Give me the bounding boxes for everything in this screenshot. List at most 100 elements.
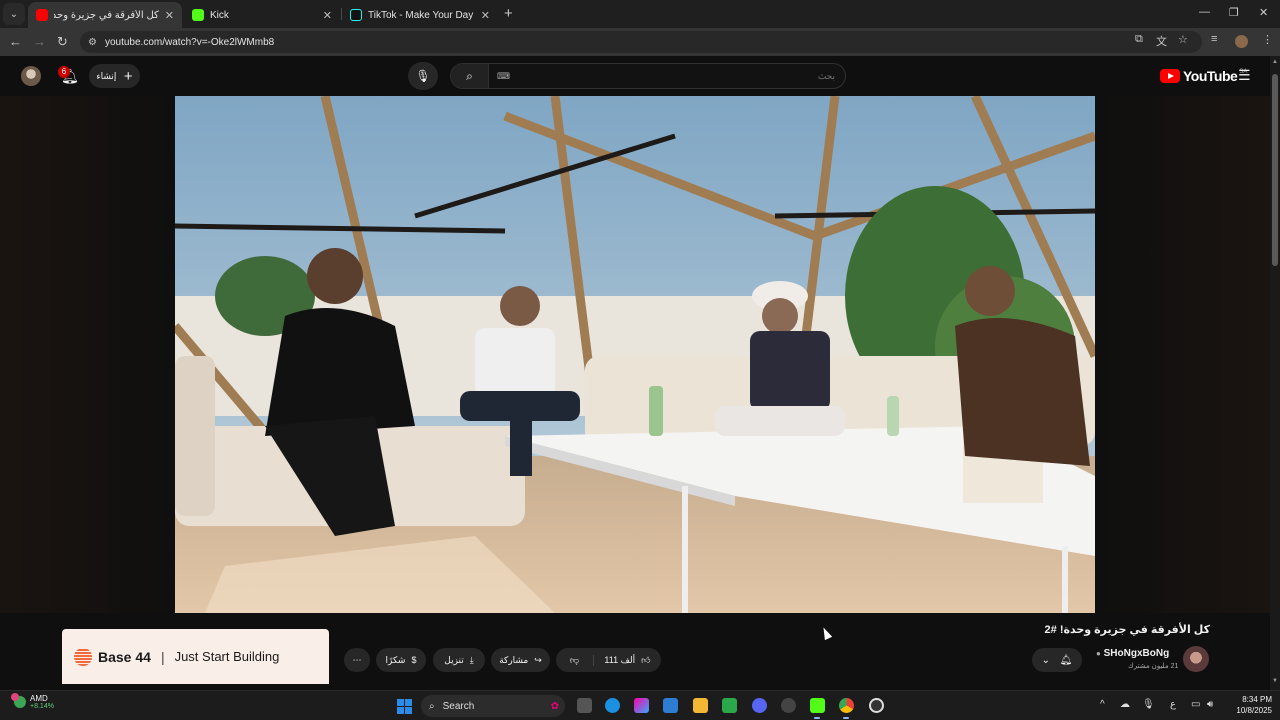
- subscribed-button[interactable]: ⌄ 🔔︎: [1032, 648, 1082, 672]
- browser-menu-icon[interactable]: ⋮: [1262, 33, 1273, 46]
- onedrive-icon[interactable]: ☁: [1120, 699, 1130, 710]
- stock-chart-icon: [11, 693, 26, 708]
- back-icon[interactable]: ←: [9, 34, 22, 49]
- system-clock[interactable]: 8:34 PM 10/8/2025: [1222, 694, 1272, 716]
- address-bar[interactable]: ⚙ youtube.com/watch?v=-Oke2lWMmb8: [80, 31, 1202, 53]
- youtube-logo-text: YouTube: [1183, 68, 1238, 84]
- search-highlight-icon: ✿: [550, 700, 559, 712]
- kick-favicon-icon: [192, 9, 204, 21]
- youtube-logo[interactable]: YouTube SA: [1160, 68, 1247, 84]
- download-label: تنزيل: [444, 654, 464, 665]
- download-icon: ⤓: [469, 654, 474, 665]
- tab-kick[interactable]: Kick ✕: [184, 2, 340, 28]
- video-player-area[interactable]: [0, 96, 1270, 613]
- youtube-play-icon: [1160, 69, 1180, 83]
- browser-tabstrip: ⌄ كل الأفرقة في جزيرة وحدة! (3) ✕ Kick ✕…: [0, 0, 1280, 28]
- more-actions-button[interactable]: ⋯: [344, 648, 370, 672]
- microphone-icon[interactable]: 🎙︎: [1142, 699, 1155, 710]
- file-explorer-icon[interactable]: [693, 698, 708, 713]
- chrome-icon[interactable]: [839, 698, 854, 713]
- app-icon[interactable]: [781, 698, 796, 713]
- voice-search-mic-icon[interactable]: 🎙︎: [408, 62, 438, 90]
- bookmark-star-icon[interactable]: ☆: [1178, 33, 1188, 46]
- task-view-icon[interactable]: [577, 698, 592, 713]
- subscriber-count: 21 مليون مشترك: [1128, 663, 1179, 670]
- share-button[interactable]: مشاركة ↪: [491, 648, 550, 672]
- close-icon[interactable]: ✕: [165, 9, 174, 22]
- page-scrollbar[interactable]: ▲ ▼: [1270, 56, 1280, 690]
- channel-avatar[interactable]: [1183, 646, 1209, 672]
- volume-icon[interactable]: 🔊︎: [1207, 699, 1213, 710]
- thanks-icon: $: [411, 655, 417, 665]
- account-avatar[interactable]: [21, 66, 41, 86]
- thanks-label: شكرًا: [385, 654, 406, 665]
- close-icon[interactable]: ✕: [481, 9, 490, 22]
- youtube-favicon-icon: [36, 9, 48, 21]
- search-button[interactable]: ⌕: [451, 64, 489, 88]
- running-indicator: [843, 717, 849, 719]
- stock-change: +8.14%: [30, 703, 54, 710]
- bell-icon: 🔔︎: [1059, 654, 1073, 666]
- close-icon[interactable]: ✕: [323, 9, 332, 22]
- running-indicator: [814, 717, 820, 719]
- settings-gear-icon[interactable]: [869, 698, 884, 713]
- create-label: إنشاء: [96, 70, 117, 81]
- hamburger-menu-icon[interactable]: ☰: [1238, 67, 1251, 84]
- copilot-icon[interactable]: [634, 698, 649, 713]
- share-icon: ↪: [534, 654, 542, 665]
- thanks-button[interactable]: شكرًا $: [376, 648, 426, 672]
- translate-icon[interactable]: 文: [1156, 33, 1167, 49]
- scroll-up-icon[interactable]: ▲: [1272, 59, 1278, 65]
- tab-youtube[interactable]: كل الأفرقة في جزيرة وحدة! (3) ✕: [28, 2, 182, 28]
- scroll-thumb[interactable]: [1272, 74, 1278, 266]
- like-dislike-group: 👎︎ 111 ألف 👍︎: [556, 648, 661, 672]
- forward-icon[interactable]: →: [33, 34, 46, 49]
- ad-banner[interactable]: Base 44 | Just Start Building: [62, 629, 329, 684]
- taskbar-search-label: Search: [442, 700, 475, 712]
- video-frame[interactable]: [175, 96, 1095, 613]
- cast-icon[interactable]: ⧉: [1135, 33, 1143, 46]
- channel-name[interactable]: ● SHoNgxBoNg: [1096, 648, 1169, 659]
- base44-logo-icon: [74, 647, 92, 666]
- tab-title: Kick: [210, 9, 229, 21]
- ad-tagline: Just Start Building: [174, 649, 280, 664]
- keyboard-icon[interactable]: ⌨: [497, 71, 510, 82]
- taskbar-search[interactable]: ⌕ Search ✿: [421, 695, 565, 717]
- minimize-icon[interactable]: —: [1199, 6, 1210, 18]
- kick-app-icon[interactable]: [810, 698, 825, 713]
- profile-avatar[interactable]: [1235, 35, 1248, 48]
- tab-tiktok[interactable]: TikTok - Make Your Day ✕: [342, 2, 498, 28]
- store-icon[interactable]: [663, 698, 678, 713]
- network-icon[interactable]: ▭: [1191, 699, 1200, 710]
- tab-search-icon[interactable]: ⌄: [3, 3, 25, 25]
- tab-search-list-icon[interactable]: ≡: [1211, 33, 1217, 45]
- tab-title: TikTok - Make Your Day: [368, 9, 474, 21]
- plus-icon: +: [123, 67, 133, 85]
- like-button[interactable]: 111 ألف 👍︎: [594, 655, 661, 666]
- ad-divider: |: [160, 648, 165, 665]
- clock-date: 10/8/2025: [1236, 706, 1272, 715]
- language-indicator[interactable]: ع: [1170, 699, 1176, 710]
- more-horizontal-icon: ⋯: [352, 654, 362, 665]
- search-bar: ⌕ ⌨: [450, 63, 846, 89]
- create-button[interactable]: إنشاء +: [89, 64, 140, 88]
- tray-chevron-up-icon[interactable]: ^: [1100, 699, 1105, 710]
- scroll-down-icon[interactable]: ▼: [1272, 678, 1278, 684]
- discord-icon[interactable]: [752, 698, 767, 713]
- site-info-icon[interactable]: ⚙: [88, 37, 97, 48]
- reload-icon[interactable]: ↻: [57, 34, 68, 50]
- maximize-icon[interactable]: ❐: [1229, 6, 1239, 19]
- dislike-icon[interactable]: 👎︎: [556, 654, 594, 666]
- search-input[interactable]: [510, 71, 845, 81]
- window-close-icon[interactable]: ✕: [1259, 6, 1268, 19]
- xbox-icon[interactable]: [722, 698, 737, 713]
- chevron-down-icon: ⌄: [1041, 654, 1051, 666]
- download-button[interactable]: تنزيل ⤓: [433, 648, 485, 672]
- new-tab-icon[interactable]: +: [504, 5, 513, 22]
- windows-start-icon[interactable]: [397, 699, 412, 714]
- video-info-bar: Base 44 | Just Start Building ⋯ شكرًا $ …: [0, 613, 1270, 690]
- stock-alert-badge: [11, 693, 19, 701]
- channel-name-text: SHoNgxBoNg: [1103, 648, 1170, 659]
- edge-icon[interactable]: [605, 698, 620, 713]
- stock-widget[interactable]: AMD +8.14%: [11, 693, 54, 710]
